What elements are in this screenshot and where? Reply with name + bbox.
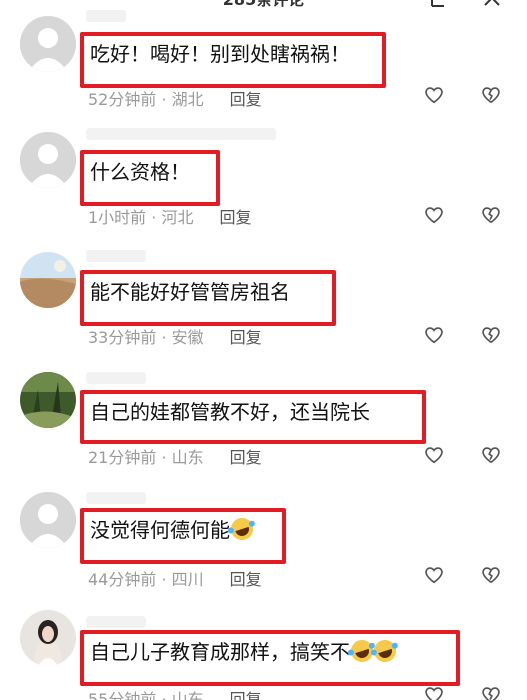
default-avatar-icon [20,492,76,548]
heart-icon[interactable] [423,84,445,106]
heart-icon[interactable] [423,204,445,226]
comment-text-highlight: 吃好！喝好！别到处瞎祸祸！ [80,32,386,88]
comment-time: 1小时前 [88,208,147,227]
comment-location: 山东 [171,690,204,700]
comment-meta: 55分钟前 · 山东 回复 [88,686,262,700]
comment-text: 什么资格！ [90,160,190,184]
comment-text: 能不能好好管管房祖名 [90,280,290,304]
comment-location: 湖北 [171,90,204,109]
comment-time: 44分钟前 [88,570,157,589]
meta-separator: · [156,90,172,109]
landscape-avatar-image [20,252,76,308]
username[interactable] [86,372,146,384]
comment-time: 55分钟前 [88,690,157,700]
avatar[interactable] [20,610,76,666]
comment-text-highlight: 自己的娃都管教不好，还当院长 [80,390,426,444]
default-avatar-icon [20,132,76,188]
comment-text-highlight: 能不能好好管管房祖名 [80,270,336,326]
heart-icon[interactable] [423,564,445,586]
username[interactable] [86,128,276,140]
comment-text-highlight: 什么资格！ [80,150,220,206]
laughing-crying-emoji [371,637,399,665]
comment-text-highlight: 自己儿子教育成那样，搞笑不 [80,630,460,686]
heart-icon[interactable] [423,444,445,466]
comment-text: 吃好！喝好！别到处瞎祸祸！ [90,42,350,66]
username[interactable] [86,616,146,628]
broken-heart-icon[interactable] [480,84,502,106]
meta-separator: · [156,690,172,700]
comment-text: 自己的娃都管教不好，还当院长 [90,400,370,424]
heart-icon[interactable] [423,684,445,700]
laughing-crying-emoji [228,515,256,543]
comment-time: 33分钟前 [88,328,157,347]
broken-heart-icon[interactable] [480,684,502,700]
comment-time: 52分钟前 [88,90,157,109]
reply-button[interactable]: 回复 [219,208,251,227]
comment-text: 没觉得何德何能 [90,518,230,542]
broken-heart-icon[interactable] [480,444,502,466]
comment-location: 四川 [171,570,204,589]
avatar[interactable] [20,492,76,548]
meta-separator: · [146,208,162,227]
comment-item: 能不能好好管管房祖名 33分钟前 · 安徽 回复 [0,242,527,362]
person-avatar-image [20,610,76,666]
comment-item: 什么资格！ 1小时前 · 河北 回复 [0,120,527,240]
heart-icon[interactable] [423,324,445,346]
avatar[interactable] [20,372,76,428]
comment-meta: 21分钟前 · 山东 回复 [88,444,262,468]
comment-meta: 33分钟前 · 安徽 回复 [88,324,262,348]
avatar[interactable] [20,132,76,188]
username[interactable] [86,10,126,22]
broken-heart-icon[interactable] [480,204,502,226]
reply-button[interactable]: 回复 [230,90,262,109]
comment-item: 自己儿子教育成那样，搞笑不 55分钟前 · 山东 回复 [0,604,527,700]
comment-text-highlight: 没觉得何德何能 [80,508,286,564]
reply-button[interactable]: 回复 [230,690,262,700]
reply-button[interactable]: 回复 [230,328,262,347]
comment-item: 吃好！喝好！别到处瞎祸祸！ 52分钟前 · 湖北 回复 [0,0,527,120]
comment-time: 21分钟前 [88,448,157,467]
meta-separator: · [156,328,172,347]
comment-meta: 1小时前 · 河北 回复 [88,204,251,228]
reply-button[interactable]: 回复 [230,570,262,589]
avatar[interactable] [20,16,76,72]
broken-heart-icon[interactable] [480,564,502,586]
comment-meta: 52分钟前 · 湖北 回复 [88,86,262,110]
forest-avatar-image [20,372,76,428]
comment-text: 自己儿子教育成那样，搞笑不 [90,640,350,664]
username[interactable] [86,250,146,262]
comment-location: 山东 [171,448,204,467]
default-avatar-icon [20,16,76,72]
username[interactable] [86,492,146,504]
avatar[interactable] [20,252,76,308]
comment-location: 河北 [161,208,194,227]
comments-panel: 285条评论 吃好！喝好！别到处瞎祸祸！ 52分钟前 · 湖北回复 [0,0,527,700]
comment-location: 安徽 [171,328,204,347]
meta-separator: · [156,570,172,589]
comment-item: 自己的娃都管教不好，还当院长 21分钟前 · 山东 回复 [0,362,527,482]
broken-heart-icon[interactable] [480,324,502,346]
comment-item: 没觉得何德何能 44分钟前 · 四川 回复 [0,484,527,604]
comment-meta: 44分钟前 · 四川 回复 [88,566,262,590]
meta-separator: · [156,448,172,467]
reply-button[interactable]: 回复 [230,448,262,467]
